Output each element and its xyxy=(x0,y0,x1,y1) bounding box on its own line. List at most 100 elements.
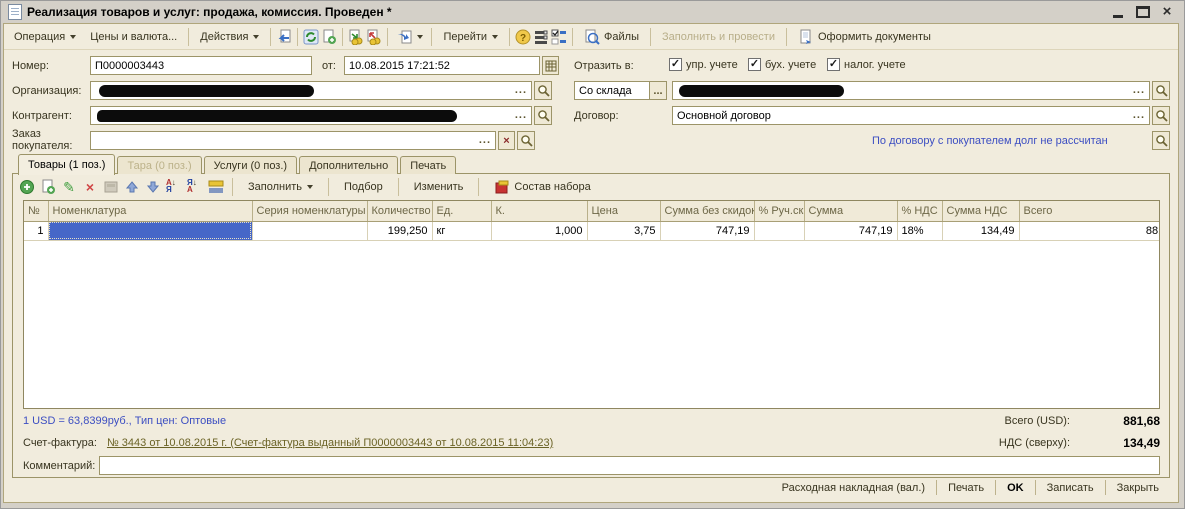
warehouse-open-button[interactable] xyxy=(1152,81,1170,100)
table-header-row: № Номенклатура Серия номенклатуры Количе… xyxy=(24,201,1160,221)
cell-k[interactable]: 1,000 xyxy=(491,221,587,240)
files-button[interactable]: Файлы xyxy=(578,26,645,48)
col-header[interactable]: К. xyxy=(491,201,587,221)
expense-invoice-button[interactable]: Расходная накладная (вал.) xyxy=(773,479,934,497)
move-up-icon[interactable] xyxy=(124,179,140,195)
tab-print[interactable]: Печать xyxy=(400,156,456,174)
warehouse-combo-ellipsis-button[interactable]: ... xyxy=(649,81,667,100)
number-input[interactable] xyxy=(90,56,312,75)
cell-vat-sum[interactable]: 134,49 xyxy=(942,221,1019,240)
pick-button[interactable]: Подбор xyxy=(337,179,390,195)
minimize-button[interactable] xyxy=(1112,6,1126,18)
sort-desc-icon[interactable]: Я↓А xyxy=(187,179,203,195)
table-row[interactable]: 1 199,250 кг 1,000 3,75 747,19 747,19 18… xyxy=(24,221,1160,240)
tab-services[interactable]: Услуги (0 поз.) xyxy=(204,156,297,174)
warehouse-field[interactable]: ... xyxy=(672,81,1150,100)
warehouse-combo[interactable]: Со склада xyxy=(574,81,650,100)
ok-button[interactable]: OK xyxy=(998,479,1033,497)
cell-vat-pct[interactable]: 18% xyxy=(897,221,942,240)
col-header[interactable]: Количество xyxy=(367,201,432,221)
calendar-button[interactable] xyxy=(542,56,559,75)
goto-button[interactable]: Перейти xyxy=(437,28,504,46)
contract-debt-link[interactable]: По договору с покупателем долг не рассчи… xyxy=(872,135,1108,147)
organization-field[interactable]: ... xyxy=(90,81,532,100)
delete-row-icon[interactable]: × xyxy=(82,179,98,195)
copy-doc-icon[interactable] xyxy=(321,29,337,45)
change-button[interactable]: Изменить xyxy=(407,179,471,195)
contract-open-button[interactable] xyxy=(1152,106,1170,125)
tab-additional[interactable]: Дополнительно xyxy=(299,156,398,174)
invoice-link[interactable]: № 3443 от 10.08.2015 г. (Счет-фактура вы… xyxy=(107,437,553,449)
cell-series[interactable] xyxy=(252,221,367,240)
sort-asc-icon[interactable]: А↓Я xyxy=(166,179,182,195)
ellipsis-button[interactable]: ... xyxy=(479,135,491,149)
col-header[interactable]: % Руч.ск. xyxy=(754,201,804,221)
col-header[interactable]: Ед. xyxy=(432,201,491,221)
organization-open-button[interactable] xyxy=(534,81,552,100)
col-header[interactable]: Номенклатура xyxy=(48,201,252,221)
end-edit-icon[interactable] xyxy=(103,179,119,195)
cell-nomenclature-selected[interactable] xyxy=(48,221,252,240)
close-button[interactable]: × xyxy=(1160,6,1174,18)
col-header[interactable]: Сумма без скидок xyxy=(660,201,754,221)
help-icon[interactable]: ? xyxy=(515,29,531,45)
checkbox-accounting[interactable]: ✓ бух. учете xyxy=(748,58,816,71)
cell-unit[interactable]: кг xyxy=(432,221,491,240)
checklist-icon[interactable] xyxy=(551,29,567,45)
ellipsis-button[interactable]: ... xyxy=(1133,85,1145,99)
ellipsis-button[interactable]: ... xyxy=(515,110,527,124)
col-header[interactable]: Всего xyxy=(1019,201,1160,221)
actions-button[interactable]: Действия xyxy=(194,28,265,46)
move-down-icon[interactable] xyxy=(145,179,161,195)
contragent-open-button[interactable] xyxy=(534,106,552,125)
tab-goods[interactable]: Товары (1 поз.) xyxy=(18,154,115,175)
checkbox-tax-accounting[interactable]: ✓ налог. учете xyxy=(827,58,906,71)
col-header[interactable]: № xyxy=(24,201,48,221)
print-button[interactable]: Печать xyxy=(939,479,993,497)
table-settings-icon[interactable] xyxy=(533,29,549,45)
fill-and-post-button[interactable]: Заполнить и провести xyxy=(656,28,781,46)
fill-menu-button[interactable]: Заполнить xyxy=(241,179,320,195)
col-header[interactable]: % НДС xyxy=(897,201,942,221)
post-icon[interactable] xyxy=(348,29,364,45)
cell-manual-disc[interactable] xyxy=(754,221,804,240)
contragent-field[interactable]: ... xyxy=(90,106,532,125)
col-header[interactable]: Серия номенклатуры xyxy=(252,201,367,221)
currency-rate-link[interactable]: 1 USD = 63,8399руб., Тип цен: Оптовые xyxy=(23,415,226,427)
clear-button[interactable]: × xyxy=(498,131,515,150)
maximize-button[interactable] xyxy=(1136,6,1150,18)
date-input[interactable] xyxy=(344,56,540,75)
checkbox-management-accounting[interactable]: ✓ упр. учете xyxy=(669,58,738,71)
tab-containers[interactable]: Тара (0 поз.) xyxy=(117,156,201,174)
barcode-icon[interactable] xyxy=(208,179,224,195)
operation-button[interactable]: Операция xyxy=(8,28,82,46)
cell-sum-no-disc[interactable]: 747,19 xyxy=(660,221,754,240)
add-row-icon[interactable] xyxy=(19,179,35,195)
make-documents-button[interactable]: Оформить документы xyxy=(792,26,937,48)
cell-qty[interactable]: 199,250 xyxy=(367,221,432,240)
customer-order-open-button[interactable] xyxy=(517,131,535,150)
col-header[interactable]: Цена xyxy=(587,201,660,221)
repost-icon[interactable] xyxy=(276,29,292,45)
contract-field[interactable]: Основной договор ... xyxy=(672,106,1150,125)
unpost-icon[interactable] xyxy=(366,29,382,45)
cell-sum[interactable]: 747,19 xyxy=(804,221,897,240)
close-form-button[interactable]: Закрыть xyxy=(1108,479,1168,497)
comment-input[interactable] xyxy=(99,456,1160,475)
edit-row-icon[interactable]: ✎ xyxy=(61,179,77,195)
set-contents-button[interactable]: Состав набора xyxy=(487,177,597,197)
prices-currency-button[interactable]: Цены и валюта... xyxy=(84,28,183,46)
export-button[interactable] xyxy=(393,27,426,47)
write-button[interactable]: Записать xyxy=(1038,479,1103,497)
copy-row-icon[interactable] xyxy=(40,179,56,195)
col-header[interactable]: Сумма НДС xyxy=(942,201,1019,221)
customer-order-field[interactable]: ... xyxy=(90,131,496,150)
refresh-icon[interactable] xyxy=(303,29,319,45)
ellipsis-button[interactable]: ... xyxy=(515,85,527,99)
col-header[interactable]: Сумма xyxy=(804,201,897,221)
debt-open-button[interactable] xyxy=(1152,131,1170,150)
cell-total[interactable]: 881,68 xyxy=(1019,221,1160,240)
cell-price[interactable]: 3,75 xyxy=(587,221,660,240)
ellipsis-button[interactable]: ... xyxy=(1133,110,1145,124)
cell-num[interactable]: 1 xyxy=(24,221,48,240)
